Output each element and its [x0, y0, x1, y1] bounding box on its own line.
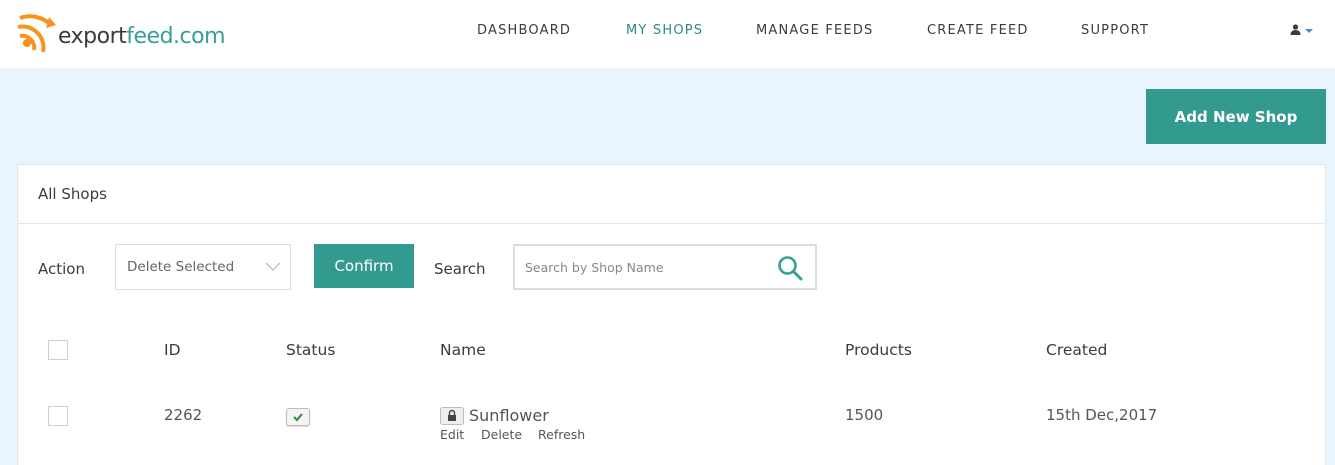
- action-select-value: Delete Selected: [127, 259, 235, 275]
- nav-manage-feeds[interactable]: MANAGE FEEDS: [756, 23, 874, 38]
- row-created: 15th Dec,2017: [1046, 406, 1158, 424]
- lock-badge: [440, 407, 464, 425]
- search-icon[interactable]: [777, 255, 803, 281]
- row-shop-name[interactable]: Sunflower: [469, 406, 549, 425]
- nav-support[interactable]: SUPPORT: [1081, 23, 1149, 38]
- search-input[interactable]: [525, 256, 765, 278]
- search-box: [513, 244, 817, 290]
- confirm-button[interactable]: Confirm: [314, 244, 414, 288]
- row-checkbox[interactable]: [48, 406, 68, 426]
- user-menu[interactable]: [1290, 24, 1313, 35]
- column-header-name: Name: [440, 341, 486, 359]
- row-edit-link[interactable]: Edit: [440, 427, 464, 442]
- status-toggle[interactable]: [286, 408, 310, 426]
- user-icon: [1290, 24, 1301, 35]
- action-label: Action: [38, 260, 85, 278]
- chevron-down-icon: [265, 262, 281, 271]
- logo-signal-icon: [17, 14, 56, 53]
- brand-name: exportfeed.com: [58, 23, 226, 49]
- row-id: 2262: [164, 406, 203, 424]
- panel-title: All Shops: [38, 185, 107, 203]
- select-all-checkbox[interactable]: [48, 340, 68, 360]
- caret-down-icon: [1305, 28, 1313, 33]
- nav-my-shops[interactable]: MY SHOPS: [626, 23, 703, 38]
- row-products: 1500: [845, 406, 884, 424]
- nav-create-feed[interactable]: CREATE FEED: [927, 23, 1029, 38]
- column-header-status: Status: [286, 341, 336, 359]
- checkmark-icon: [293, 413, 303, 422]
- panel-divider: [18, 223, 1325, 224]
- row-refresh-link[interactable]: Refresh: [538, 427, 585, 442]
- brand-logo[interactable]: exportfeed.com: [16, 14, 226, 54]
- add-new-shop-button[interactable]: Add New Shop: [1146, 89, 1326, 144]
- search-label: Search: [434, 260, 486, 278]
- all-shops-panel: All Shops Action Delete Selected Confirm…: [17, 164, 1326, 465]
- column-header-products: Products: [845, 341, 912, 359]
- row-delete-link[interactable]: Delete: [481, 427, 522, 442]
- action-select[interactable]: Delete Selected: [115, 244, 291, 290]
- column-header-id: ID: [164, 341, 181, 359]
- nav-dashboard[interactable]: DASHBOARD: [477, 23, 571, 38]
- lock-icon: [448, 409, 456, 421]
- column-header-created: Created: [1046, 341, 1108, 359]
- top-bar: exportfeed.com DASHBOARD MY SHOPS MANAGE…: [0, 0, 1335, 68]
